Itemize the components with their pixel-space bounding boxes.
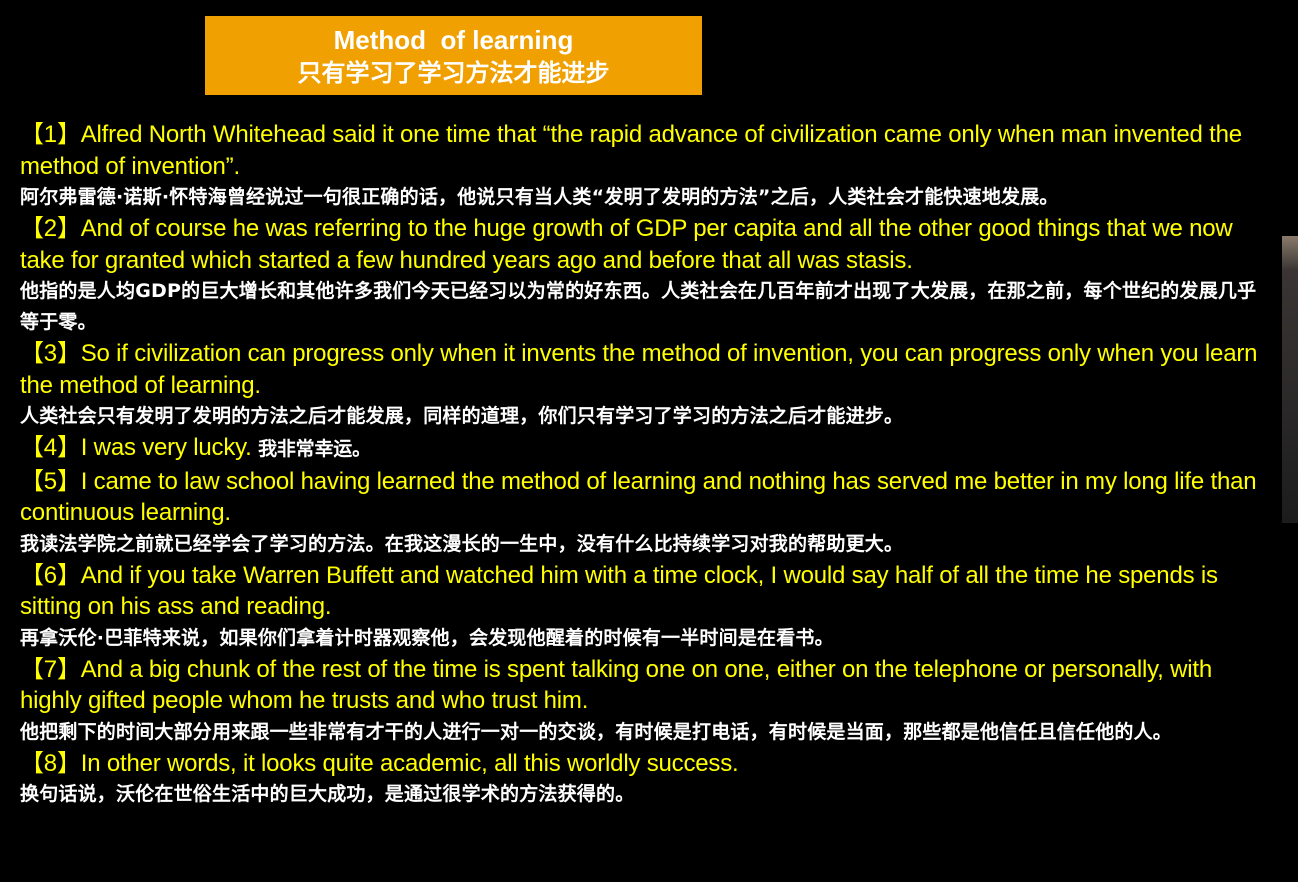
quote-english: 【5】I came to law school having learned t…: [20, 467, 1257, 527]
quote-item-3: 【3】So if civilization can progress only …: [20, 338, 1260, 432]
quote-chinese: 他把剩下的时间大部分用来跟一些非常有才干的人进行一对一的交谈，有时候是打电话，有…: [20, 720, 1173, 743]
title-chinese: 只有学习了学习方法才能进步: [297, 58, 610, 87]
title-english: Method of learning: [333, 24, 574, 55]
quote-item-2: 【2】And of course he was referring to the…: [20, 213, 1260, 338]
quote-english: 【6】And if you take Warren Buffett and wa…: [20, 561, 1218, 621]
quote-item-7: 【7】And a big chunk of the rest of the ti…: [20, 654, 1260, 748]
quote-english: 【4】I was very lucky. 我非常幸运。: [20, 432, 1260, 466]
quote-chinese: 人类社会只有发明了发明的方法之后才能发展，同样的道理，你们只有学习了学习的方法之…: [20, 405, 904, 427]
quote-chinese: 换句话说，沃伦在世俗生活中的巨大成功，是通过很学术的方法获得的。: [20, 783, 635, 805]
quote-chinese: 阿尔弗雷德·诺斯·怀特海曾经说过一句很正确的话，他说只有当人类“发明了发明的方法…: [20, 186, 1059, 208]
quote-english: 【2】And of course he was referring to the…: [20, 215, 1233, 274]
quote-item-6: 【6】And if you take Warren Buffett and wa…: [20, 560, 1260, 654]
quote-chinese: 我读法学院之前就已经学会了学习的方法。在我这漫长的一生中，没有什么比持续学习对我…: [20, 532, 904, 555]
quote-item-1: 【1】Alfred North Whitehead said it one ti…: [20, 119, 1260, 213]
quote-item-8: 【8】In other words, it looks quite academ…: [20, 748, 1260, 811]
quote-chinese-inline: 我非常幸运。: [258, 438, 371, 460]
quote-list: 【1】Alfred North Whitehead said it one ti…: [20, 119, 1260, 810]
quote-item-4: 【4】I was very lucky. 我非常幸运。: [20, 432, 1260, 466]
quote-english: 【1】Alfred North Whitehead said it one ti…: [20, 121, 1242, 180]
quote-chinese: 再拿沃伦·巴菲特来说，如果你们拿着计时器观察他，会发现他醒着的时候有一半时间是在…: [20, 626, 834, 649]
quote-english: 【8】In other words, it looks quite academ…: [20, 749, 739, 777]
quote-english: 【7】And a big chunk of the rest of the ti…: [20, 655, 1212, 715]
quote-english-text: 【4】I was very lucky.: [20, 434, 259, 461]
right-edge-image-strip: [1282, 236, 1298, 523]
title-banner: Method of learning 只有学习了学习方法才能进步: [205, 16, 702, 95]
quote-chinese: 他指的是人均GDP的巨大增长和其他许多我们今天已经习以为常的好东西。人类社会在几…: [20, 280, 1257, 333]
quote-english: 【3】So if civilization can progress only …: [20, 340, 1258, 399]
quote-item-5: 【5】I came to law school having learned t…: [20, 466, 1260, 560]
